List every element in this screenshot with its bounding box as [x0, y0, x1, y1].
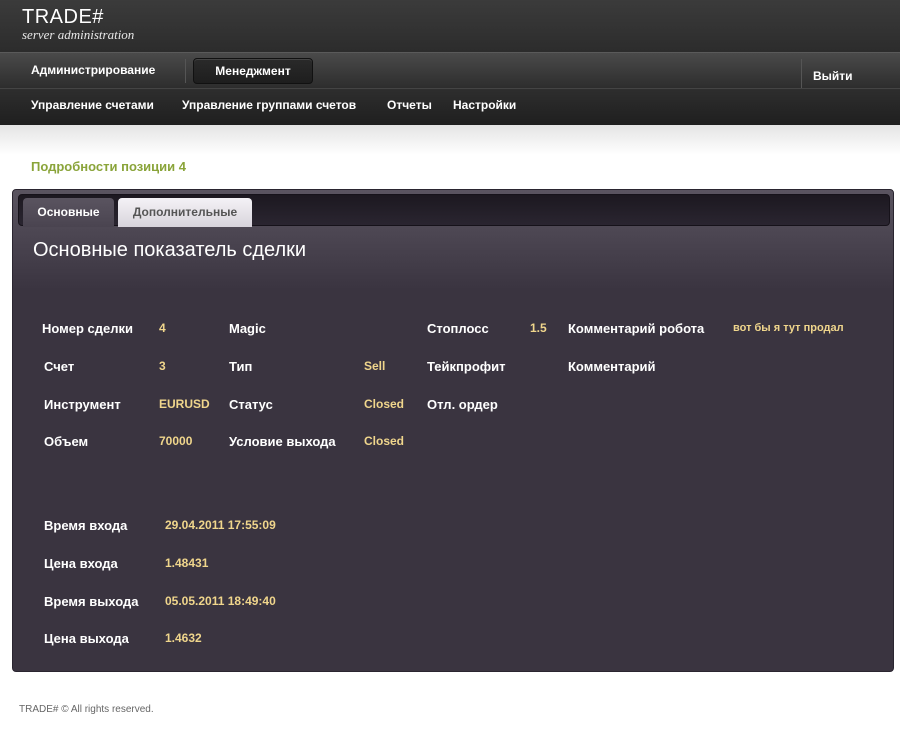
app-header: TRADE# server administration: [0, 0, 900, 52]
nav-divider: [801, 59, 802, 89]
pending-order-label: Отл. ордер: [427, 397, 498, 412]
stoploss-label: Стоплосс: [427, 321, 489, 336]
exit-time-value: 05.05.2011 18:49:40: [165, 594, 276, 608]
status-label: Статус: [229, 397, 273, 412]
tab-additional[interactable]: Дополнительные: [118, 198, 252, 227]
exit-time-label: Время выхода: [44, 594, 139, 609]
main-nav: Администрирование Менеджмент Выйти: [0, 52, 900, 89]
robot-comment-value: вот бы я тут продал: [733, 322, 844, 334]
subnav-account-groups[interactable]: Управление группами счетов: [182, 98, 356, 112]
deal-number-value: 4: [159, 321, 166, 335]
volume-value: 70000: [159, 434, 193, 448]
nav-management[interactable]: Менеджмент: [193, 58, 313, 84]
status-value: Closed: [364, 397, 405, 411]
header-shadow: [0, 125, 900, 155]
account-label: Счет: [44, 359, 75, 374]
instrument-label: Инструмент: [44, 397, 121, 412]
subnav-reports[interactable]: Отчеты: [387, 98, 432, 112]
page-title: Подробности позиции 4: [31, 159, 186, 174]
exit-price-value: 1.4632: [165, 631, 202, 645]
entry-time-label: Время входа: [44, 518, 128, 533]
nav-administration[interactable]: Администрирование: [31, 63, 155, 77]
entry-price-value: 1.48431: [165, 556, 209, 570]
comment-label: Комментарий: [568, 359, 656, 374]
footer-copyright: TRADE# © All rights reserved.: [19, 704, 154, 715]
volume-label: Объем: [44, 434, 89, 449]
position-details-panel: Основные Дополнительные Основные показат…: [12, 189, 894, 672]
stoploss-value: 1.5: [530, 321, 547, 335]
entry-price-label: Цена входа: [44, 556, 118, 571]
type-label: Тип: [229, 359, 253, 374]
tab-main[interactable]: Основные: [23, 198, 114, 227]
app-subtitle: server administration: [22, 27, 135, 42]
nav-divider: [185, 59, 186, 83]
app-title: TRADE#: [22, 6, 104, 28]
instrument-value: EURUSD: [159, 397, 210, 411]
entry-time-value: 29.04.2011 17:55:09: [165, 518, 276, 532]
robot-comment-label: Комментарий робота: [568, 321, 705, 336]
exit-condition-label: Условие выхода: [229, 434, 336, 449]
type-value: Sell: [364, 359, 386, 373]
subnav-accounts[interactable]: Управление счетами: [31, 98, 154, 112]
deal-number-label: Номер сделки: [42, 321, 134, 336]
exit-price-label: Цена выхода: [44, 631, 129, 646]
section-heading: Основные показатель сделки: [33, 239, 307, 261]
app-logo[interactable]: TRADE# server administration: [22, 6, 134, 41]
magic-label: Magic: [229, 321, 266, 336]
subnav-settings[interactable]: Настройки: [453, 98, 516, 112]
logout-link[interactable]: Выйти: [813, 69, 853, 83]
sub-nav: Управление счетами Управление группами с…: [0, 88, 900, 125]
exit-condition-value: Closed: [364, 434, 405, 448]
account-value: 3: [159, 359, 166, 373]
tab-bar: Основные Дополнительные: [18, 194, 890, 227]
takeprofit-label: Тейкпрофит: [427, 359, 506, 374]
